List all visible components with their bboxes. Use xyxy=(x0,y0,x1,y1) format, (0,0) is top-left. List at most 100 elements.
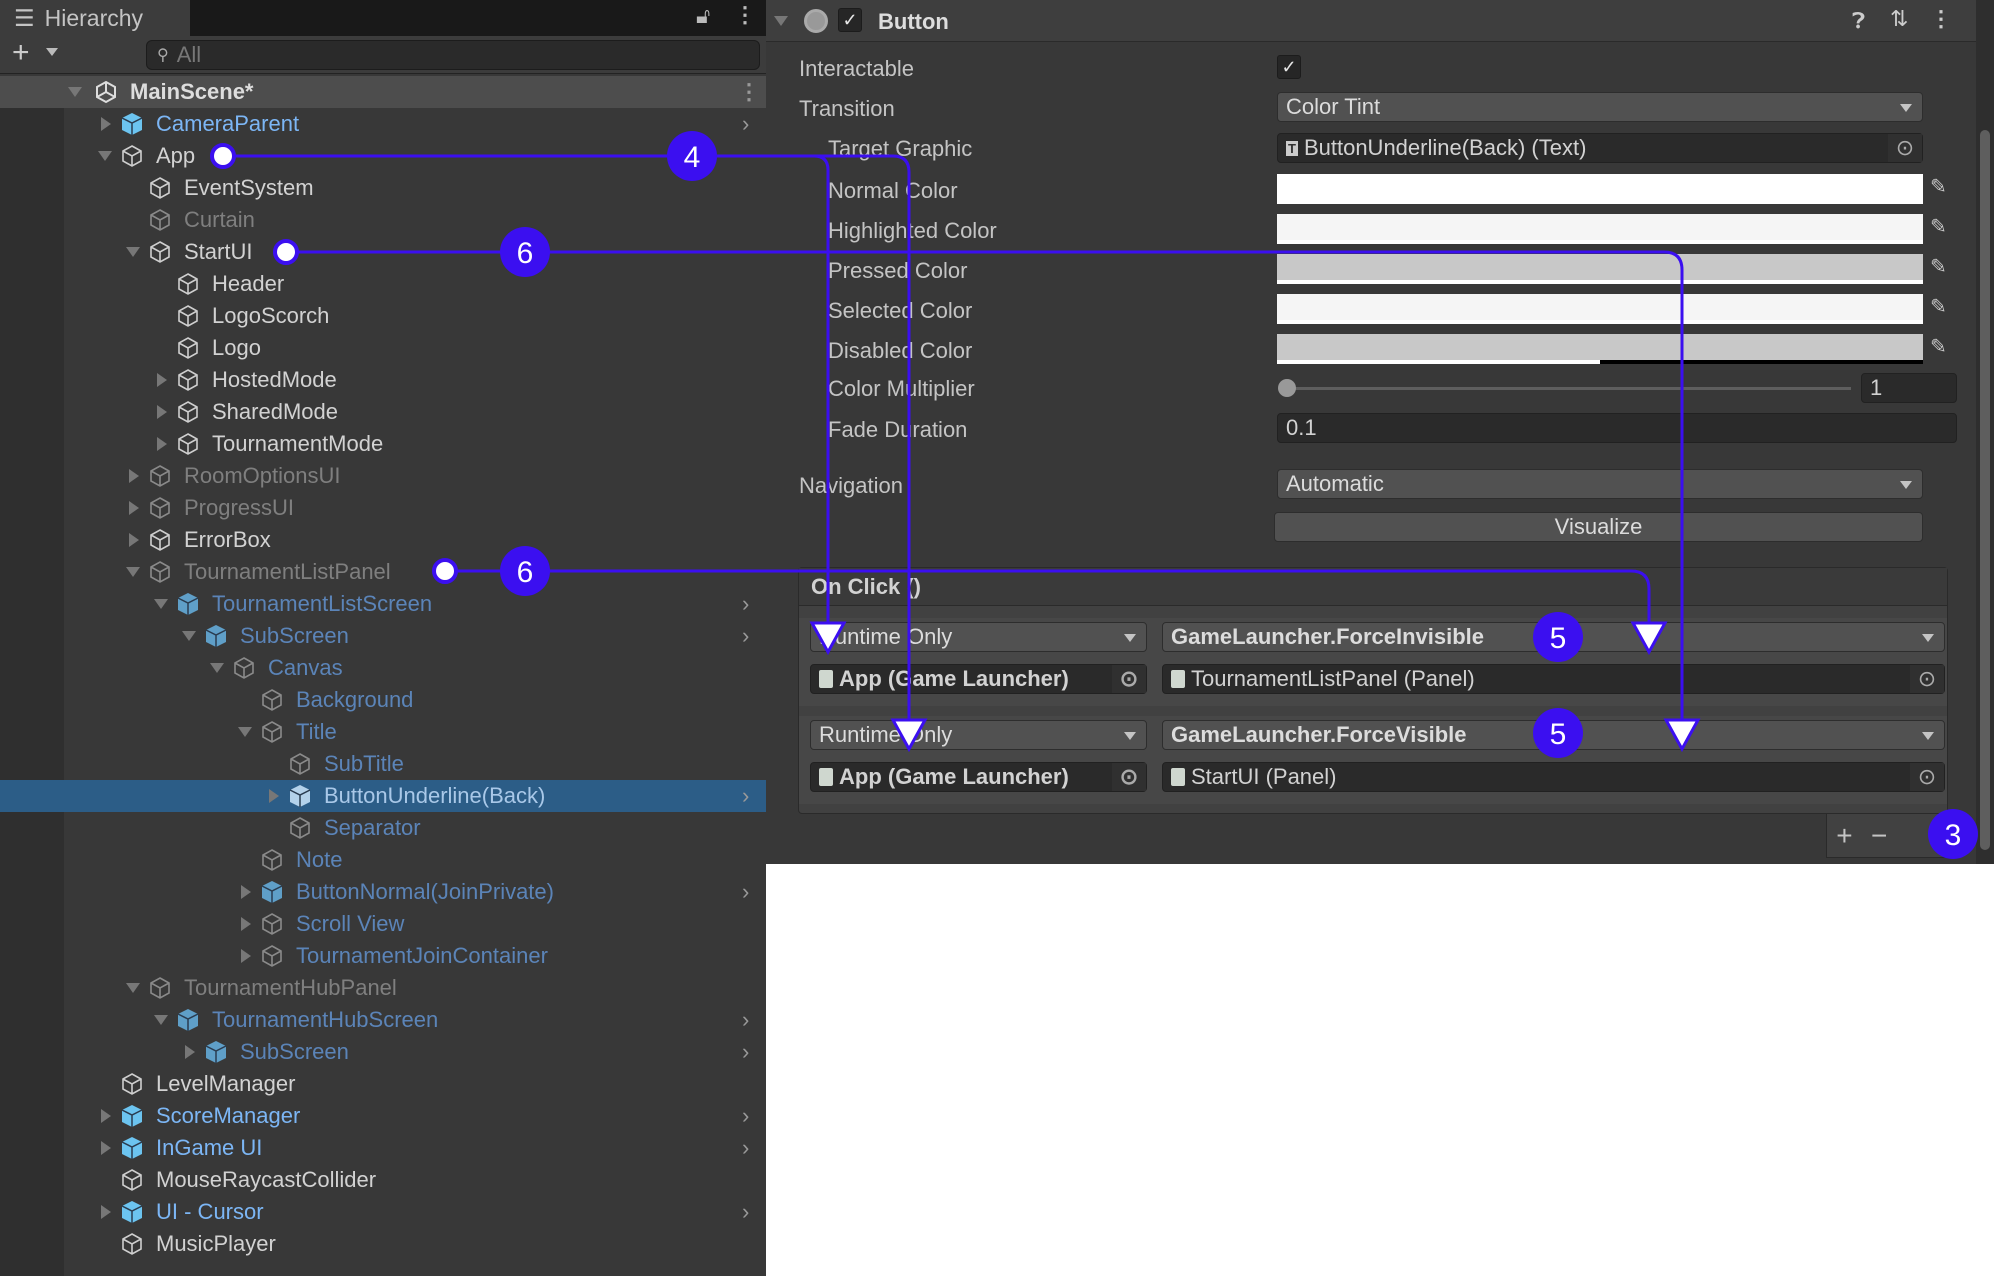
collapse-arrow-icon[interactable] xyxy=(241,949,251,963)
runtime-dropdown[interactable]: Runtime Only xyxy=(810,720,1147,750)
add-dropdown-icon[interactable] xyxy=(46,48,58,56)
component-header[interactable]: ✓ Button ❓︎ ⇅ ⋮ xyxy=(766,0,1976,42)
collapse-arrow-icon[interactable] xyxy=(101,1205,111,1219)
transition-dropdown[interactable]: Color Tint xyxy=(1277,92,1923,122)
hierarchy-row[interactable]: Note xyxy=(0,844,766,876)
open-prefab-chevron-icon[interactable]: › xyxy=(742,879,749,905)
collapse-arrow-icon[interactable] xyxy=(129,533,139,547)
color-field[interactable] xyxy=(1277,214,1923,244)
hierarchy-row[interactable]: CameraParent › xyxy=(0,108,766,140)
visualize-button[interactable]: Visualize xyxy=(1274,512,1923,542)
expand-arrow-icon[interactable] xyxy=(238,727,252,737)
scene-menu-icon[interactable]: ⋮ xyxy=(738,79,760,105)
hierarchy-row[interactable]: TournamentJoinContainer xyxy=(0,940,766,972)
collapse-arrow-icon[interactable] xyxy=(101,1109,111,1123)
open-prefab-chevron-icon[interactable]: › xyxy=(742,1103,749,1129)
collapse-arrow-icon[interactable] xyxy=(269,789,279,803)
collapse-arrow-icon[interactable] xyxy=(129,469,139,483)
scene-row[interactable]: MainScene* ⋮ xyxy=(0,76,766,108)
hierarchy-row[interactable]: ErrorBox xyxy=(0,524,766,556)
expand-arrow-icon[interactable] xyxy=(126,983,140,993)
hierarchy-row[interactable]: Header xyxy=(0,268,766,300)
hierarchy-row[interactable]: SubTitle xyxy=(0,748,766,780)
collapse-arrow-icon[interactable] xyxy=(129,501,139,515)
argument-object-field[interactable]: TournamentListPanel (Panel) ⊙ xyxy=(1162,664,1945,694)
component-menu-icon[interactable]: ⋮ xyxy=(1930,6,1952,32)
eyedropper-icon[interactable]: ✎ xyxy=(1930,174,1947,199)
argument-object-field[interactable]: StartUI (Panel) ⊙ xyxy=(1162,762,1945,792)
runtime-dropdown[interactable]: Runtime Only xyxy=(810,622,1147,652)
add-icon[interactable]: + xyxy=(12,36,30,70)
expand-arrow-icon[interactable] xyxy=(126,567,140,577)
collapse-arrow-icon[interactable] xyxy=(774,16,788,26)
hierarchy-row[interactable]: MouseRaycastCollider xyxy=(0,1164,766,1196)
color-field[interactable] xyxy=(1277,254,1923,284)
slider-knob[interactable] xyxy=(1278,379,1296,397)
hierarchy-row[interactable]: EventSystem xyxy=(0,172,766,204)
expand-arrow-icon[interactable] xyxy=(182,631,196,641)
hierarchy-row[interactable]: LevelManager xyxy=(0,1068,766,1100)
hierarchy-row[interactable]: TournamentHubPanel xyxy=(0,972,766,1004)
hierarchy-row[interactable]: InGame UI › xyxy=(0,1132,766,1164)
hierarchy-row[interactable]: Separator xyxy=(0,812,766,844)
navigation-dropdown[interactable]: Automatic xyxy=(1277,469,1923,499)
hierarchy-row[interactable]: HostedMode xyxy=(0,364,766,396)
hierarchy-row[interactable]: Background xyxy=(0,684,766,716)
open-prefab-chevron-icon[interactable]: › xyxy=(742,1039,749,1065)
color-field[interactable] xyxy=(1277,174,1923,204)
help-icon[interactable]: ❓︎ xyxy=(1852,8,1865,34)
color-field[interactable] xyxy=(1277,294,1923,324)
collapse-arrow-icon[interactable] xyxy=(101,117,111,131)
hierarchy-row[interactable]: TournamentListPanel xyxy=(0,556,766,588)
tab-hierarchy[interactable]: ☰ Hierarchy xyxy=(0,0,190,36)
hierarchy-row[interactable]: UI - Cursor › xyxy=(0,1196,766,1228)
eyedropper-icon[interactable]: ✎ xyxy=(1930,334,1947,359)
object-picker-icon[interactable]: ⊙ xyxy=(1910,665,1944,693)
collapse-arrow-icon[interactable] xyxy=(157,373,167,387)
collapse-arrow-icon[interactable] xyxy=(101,1141,111,1155)
object-picker-icon[interactable]: ⊙ xyxy=(1888,134,1922,162)
color-multiplier-slider[interactable] xyxy=(1286,387,1851,390)
target-object-field[interactable]: App (Game Launcher) ⊙ xyxy=(810,664,1147,694)
color-multiplier-input[interactable]: 1 xyxy=(1861,373,1957,403)
hierarchy-row[interactable]: TournamentMode xyxy=(0,428,766,460)
lock-icon[interactable]: 🔓︎ xyxy=(696,3,710,29)
hierarchy-row[interactable]: Title xyxy=(0,716,766,748)
hierarchy-row[interactable]: TournamentListScreen › xyxy=(0,588,766,620)
color-field[interactable] xyxy=(1277,334,1923,364)
hierarchy-row[interactable]: Curtain xyxy=(0,204,766,236)
inspector-scrollbar[interactable] xyxy=(1976,0,1994,864)
open-prefab-chevron-icon[interactable]: › xyxy=(742,1135,749,1161)
hierarchy-row[interactable]: ButtonNormal(JoinPrivate) › xyxy=(0,876,766,908)
more-menu-icon[interactable]: ⋮ xyxy=(734,2,756,28)
eyedropper-icon[interactable]: ✎ xyxy=(1930,254,1947,279)
remove-listener-button[interactable]: − xyxy=(1871,820,1887,852)
collapse-arrow-icon[interactable] xyxy=(241,885,251,899)
target-graphic-field[interactable]: T ButtonUnderline(Back) (Text) ⊙ xyxy=(1277,133,1923,163)
object-picker-icon[interactable]: ⊙ xyxy=(1910,763,1944,791)
collapse-arrow-icon[interactable] xyxy=(241,917,251,931)
expand-arrow-icon[interactable] xyxy=(98,151,112,161)
open-prefab-chevron-icon[interactable]: › xyxy=(742,111,749,137)
hierarchy-row[interactable]: StartUI xyxy=(0,236,766,268)
hierarchy-row[interactable]: TournamentHubScreen › xyxy=(0,1004,766,1036)
open-prefab-chevron-icon[interactable]: › xyxy=(742,591,749,617)
open-prefab-chevron-icon[interactable]: › xyxy=(742,1007,749,1033)
object-picker-icon[interactable]: ⊙ xyxy=(1112,665,1146,693)
open-prefab-chevron-icon[interactable]: › xyxy=(742,1199,749,1225)
hierarchy-row[interactable]: RoomOptionsUI xyxy=(0,460,766,492)
hierarchy-row[interactable]: ButtonUnderline(Back) › xyxy=(0,780,766,812)
hierarchy-row[interactable]: Logo xyxy=(0,332,766,364)
eyedropper-icon[interactable]: ✎ xyxy=(1930,214,1947,239)
hierarchy-row[interactable]: LogoScorch xyxy=(0,300,766,332)
hierarchy-row[interactable]: SubScreen › xyxy=(0,620,766,652)
fade-duration-input[interactable]: 0.1 xyxy=(1277,413,1957,443)
eyedropper-icon[interactable]: ✎ xyxy=(1930,294,1947,319)
hierarchy-row[interactable]: ProgressUI xyxy=(0,492,766,524)
function-dropdown[interactable]: GameLauncher.ForceInvisible xyxy=(1162,622,1945,652)
interactable-checkbox[interactable]: ✓ xyxy=(1277,55,1301,79)
component-enabled-checkbox[interactable]: ✓ xyxy=(838,8,862,32)
hierarchy-row[interactable]: Canvas xyxy=(0,652,766,684)
collapse-arrow-icon[interactable] xyxy=(157,405,167,419)
hierarchy-row[interactable]: Scroll View xyxy=(0,908,766,940)
